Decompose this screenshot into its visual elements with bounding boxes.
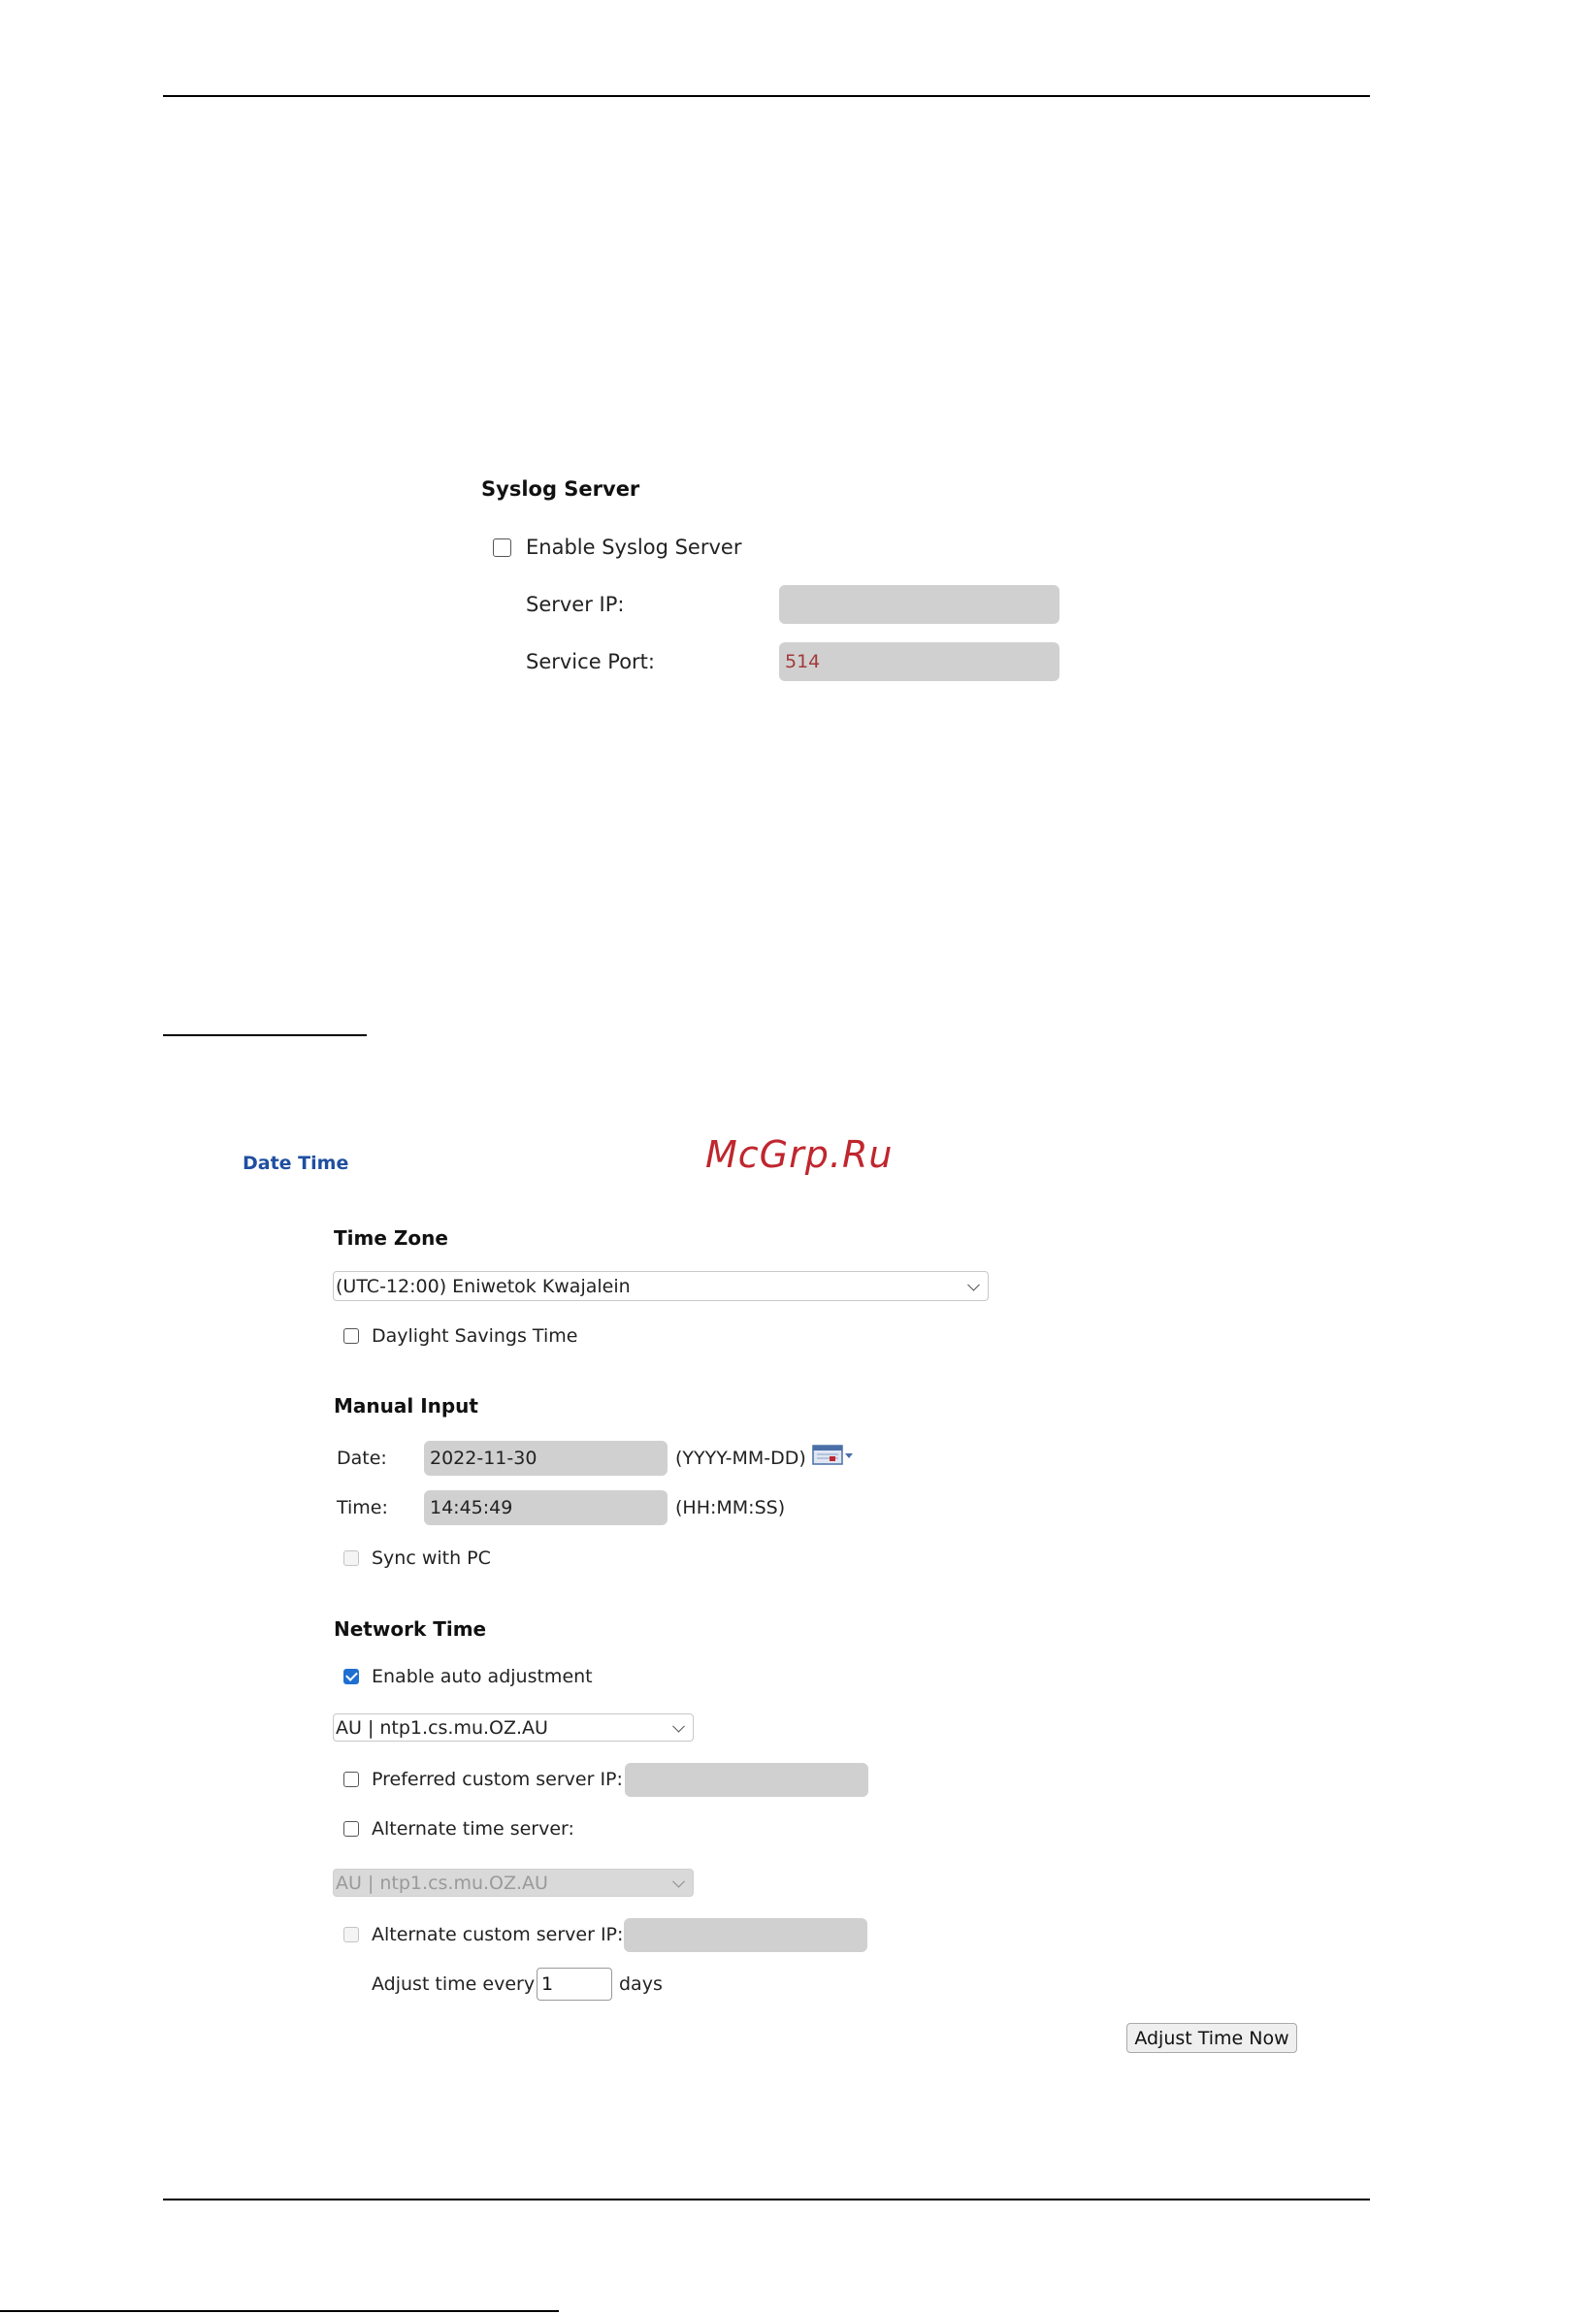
- alternate-custom-input[interactable]: [624, 1918, 867, 1952]
- time-input[interactable]: 14:45:49: [424, 1490, 668, 1525]
- manual-input-title: Manual Input: [334, 1394, 478, 1418]
- time-format-hint: (HH:MM:SS): [675, 1497, 786, 1518]
- preferred-custom-label: Preferred custom server IP:: [372, 1769, 623, 1790]
- alternate-server-label: Alternate time server:: [372, 1818, 574, 1840]
- dst-label: Daylight Savings Time: [372, 1325, 578, 1347]
- time-zone-selected: (UTC-12:00) Eniwetok Kwajalein: [336, 1275, 631, 1297]
- enable-syslog-label: Enable Syslog Server: [526, 536, 742, 559]
- adjust-time-now-button[interactable]: Adjust Time Now: [1126, 2023, 1297, 2053]
- top-divider: [163, 95, 1370, 97]
- network-time-title: Network Time: [334, 1617, 487, 1641]
- adjust-every-label: Adjust time every: [372, 1973, 536, 1995]
- alternate-server-selected: AU | ntp1.cs.mu.OZ.AU: [336, 1872, 548, 1894]
- auto-adjust-label: Enable auto adjustment: [372, 1666, 593, 1687]
- enable-syslog-checkbox[interactable]: [493, 538, 511, 557]
- ntp-server-select[interactable]: AU | ntp1.cs.mu.OZ.AU: [333, 1713, 694, 1742]
- auto-adjust-checkbox[interactable]: [343, 1669, 359, 1684]
- ntp-server-selected: AU | ntp1.cs.mu.OZ.AU: [336, 1716, 548, 1739]
- service-port-input[interactable]: 514: [779, 642, 1059, 681]
- watermark: McGrp.Ru: [705, 1133, 894, 1176]
- adjust-every-input[interactable]: 1: [537, 1968, 612, 2001]
- date-format-hint: (YYYY-MM-DD): [675, 1448, 806, 1469]
- alternate-server-checkbox[interactable]: [343, 1821, 359, 1837]
- server-ip-input[interactable]: [779, 585, 1059, 624]
- service-port-label: Service Port:: [526, 650, 655, 673]
- footer-rule: [0, 2310, 559, 2312]
- alternate-custom-label: Alternate custom server IP:: [372, 1924, 624, 1945]
- chevron-down-icon: [672, 1719, 685, 1733]
- preferred-custom-input[interactable]: [625, 1763, 868, 1797]
- bottom-divider: [163, 2199, 1370, 2200]
- time-zone-select[interactable]: (UTC-12:00) Eniwetok Kwajalein: [333, 1271, 989, 1301]
- chevron-down-icon: [672, 1874, 685, 1888]
- preferred-custom-checkbox[interactable]: [343, 1772, 359, 1787]
- date-label: Date:: [337, 1448, 387, 1469]
- dst-checkbox[interactable]: [343, 1328, 359, 1344]
- date-time-section-label: Date Time: [243, 1153, 349, 1174]
- section-divider: [163, 1034, 367, 1036]
- sync-with-pc-checkbox[interactable]: [343, 1550, 359, 1566]
- calendar-icon[interactable]: [812, 1445, 857, 1466]
- server-ip-label: Server IP:: [526, 593, 625, 616]
- time-zone-title: Time Zone: [334, 1226, 448, 1250]
- alternate-server-select[interactable]: AU | ntp1.cs.mu.OZ.AU: [333, 1869, 694, 1897]
- date-input[interactable]: 2022-11-30: [424, 1441, 668, 1476]
- adjust-every-unit: days: [619, 1973, 663, 1995]
- sync-with-pc-label: Sync with PC: [372, 1548, 491, 1569]
- time-label: Time:: [337, 1497, 388, 1518]
- chevron-down-icon: [967, 1278, 980, 1291]
- alternate-custom-checkbox[interactable]: [343, 1927, 359, 1942]
- syslog-title: Syslog Server: [481, 477, 640, 501]
